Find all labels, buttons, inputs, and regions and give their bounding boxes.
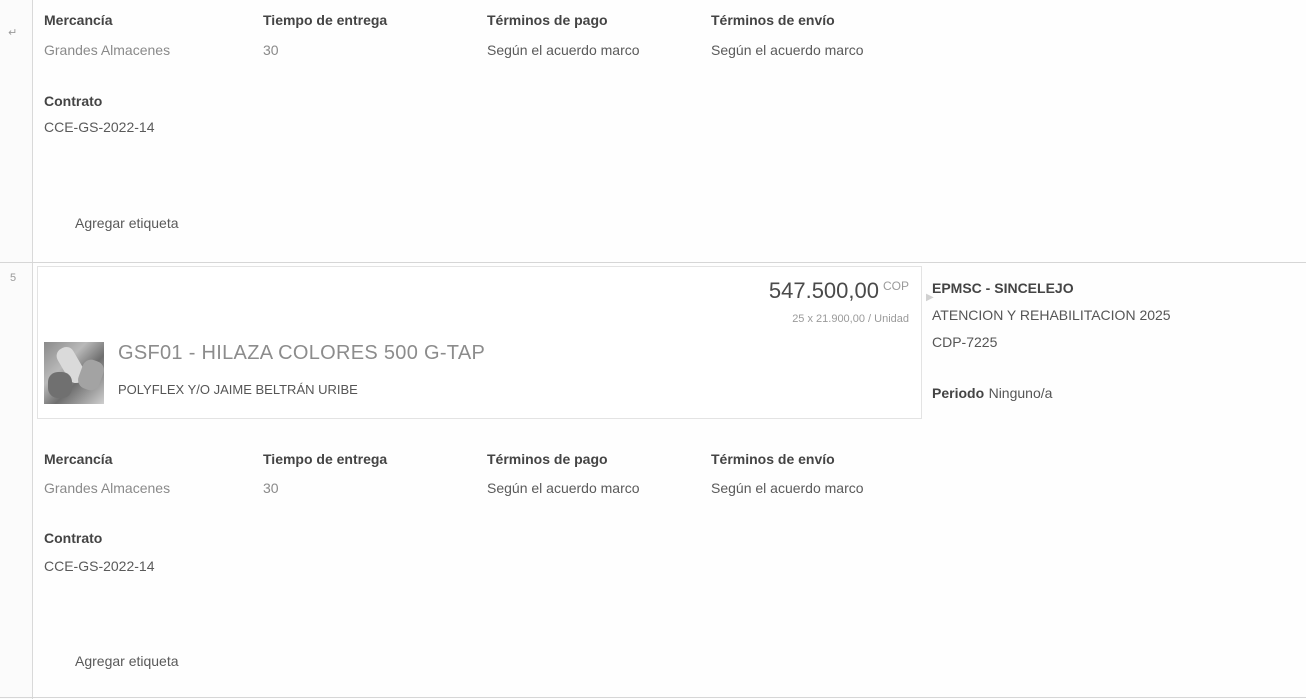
period-value: Ninguno/a	[988, 385, 1053, 401]
product-thumbnail[interactable]	[44, 342, 104, 404]
field-value-mercancia: Grandes Almacenes	[44, 480, 171, 496]
line-total: 547.500,00 COP	[769, 278, 909, 304]
line-total-price: 547.500,00	[768, 278, 879, 303]
row-gutter	[0, 0, 33, 699]
field-value-mercancia: Grandes Almacenes	[44, 42, 171, 58]
field-value-terminos-pago: Según el acuerdo marco	[487, 480, 640, 496]
field-value-terminos-pago: Según el acuerdo marco	[487, 42, 640, 58]
field-value-terminos-envio: Según el acuerdo marco	[711, 480, 864, 496]
period: Periodo Ninguno/a	[932, 385, 1052, 403]
line-total-currency: COP	[882, 279, 909, 293]
field-value-terminos-envio: Según el acuerdo marco	[711, 42, 864, 58]
field-value-tiempo-entrega: 30	[263, 480, 279, 496]
contract-value: CCE-GS-2022-14	[44, 558, 155, 574]
row-separator	[0, 262, 1306, 263]
period-label: Periodo	[932, 385, 985, 401]
unit-price: 25 x 21.900,00 / Unidad	[792, 313, 909, 325]
product-title[interactable]: GSF01 - HILAZA COLORES 500 G-TAP	[118, 342, 485, 365]
row-marker-icon: ↵	[8, 27, 18, 39]
field-label-terminos-envio: Términos de envío	[711, 12, 835, 28]
buyer-program: ATENCION Y REHABILITACION 2025	[932, 307, 1171, 323]
row-number: 5	[10, 272, 17, 284]
contract-label: Contrato	[44, 93, 103, 109]
vendor-name: POLYFLEX Y/O JAIME BELTRÁN URIBE	[118, 382, 358, 397]
buyer-name: EPMSC - SINCELEJO	[932, 280, 1074, 296]
contract-label: Contrato	[44, 530, 103, 546]
row-separator-bottom	[0, 697, 1306, 698]
add-tag-link[interactable]: Agregar etiqueta	[75, 215, 179, 231]
field-label-mercancia: Mercancía	[44, 451, 113, 467]
field-label-mercancia: Mercancía	[44, 12, 113, 28]
add-tag-link[interactable]: Agregar etiqueta	[75, 653, 179, 669]
field-label-terminos-pago: Términos de pago	[487, 12, 608, 28]
field-value-tiempo-entrega: 30	[263, 42, 279, 58]
field-label-tiempo-entrega: Tiempo de entrega	[263, 451, 388, 467]
contract-value: CCE-GS-2022-14	[44, 119, 155, 135]
buyer-cdp: CDP-7225	[932, 334, 998, 350]
field-label-terminos-envio: Términos de envío	[711, 451, 835, 467]
field-label-tiempo-entrega: Tiempo de entrega	[263, 12, 388, 28]
field-label-terminos-pago: Términos de pago	[487, 451, 608, 467]
